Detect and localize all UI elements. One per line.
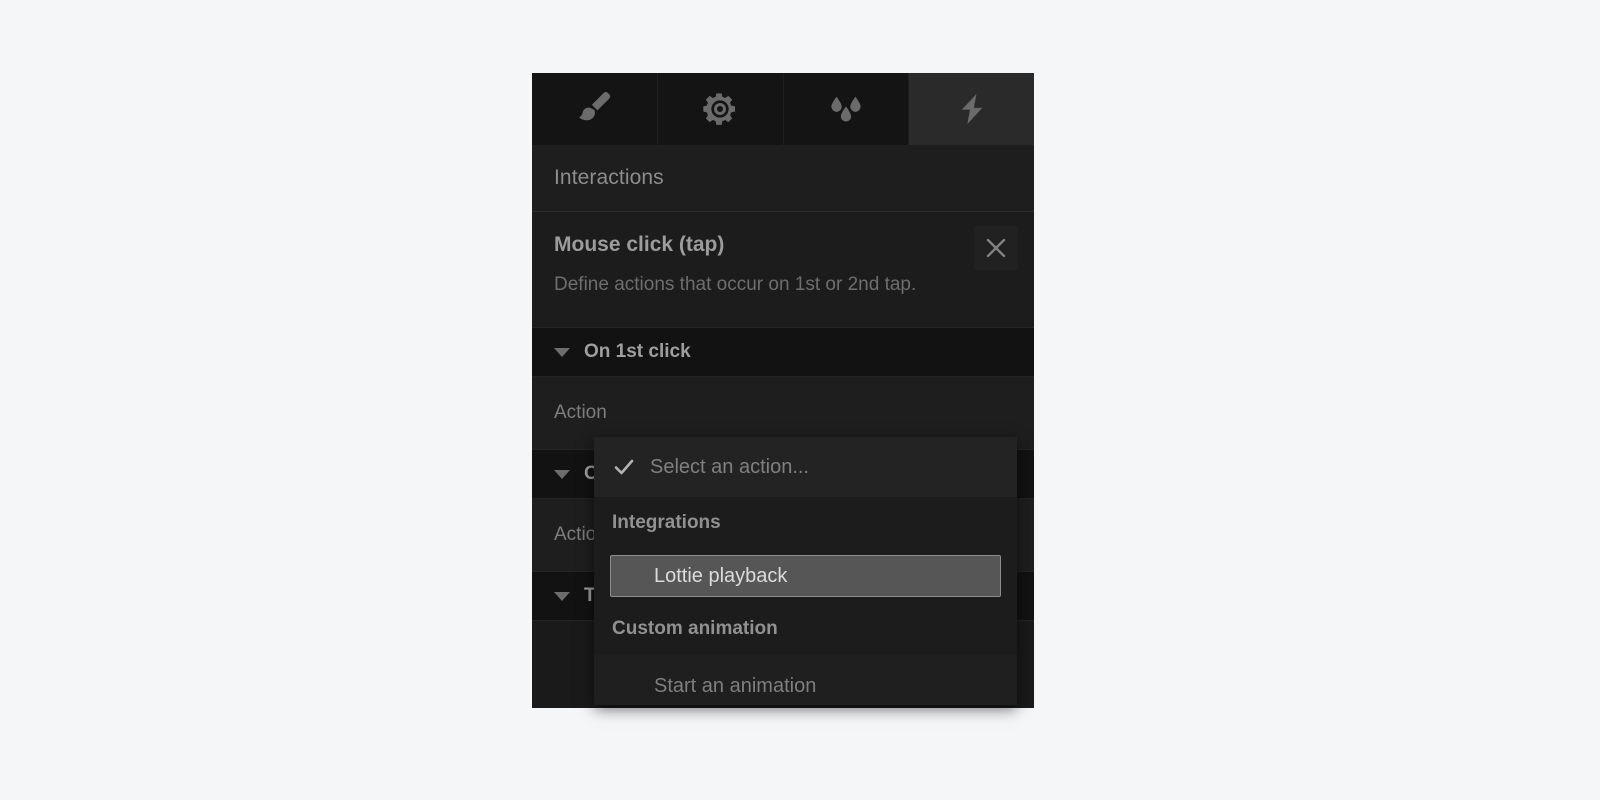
event-title: Mouse click (tap) <box>554 233 725 256</box>
paintbrush-icon <box>571 86 617 132</box>
section-header-on-1st-click[interactable]: On 1st click <box>532 328 1034 377</box>
section-label: On 1st click <box>584 341 691 362</box>
panel-title-row: Interactions <box>532 145 1034 212</box>
gear-icon <box>700 89 740 129</box>
droplets-icon <box>824 87 868 131</box>
caret-down-icon <box>554 469 570 479</box>
event-description: Define actions that occur on 1st or 2nd … <box>554 274 917 295</box>
tab-effects[interactable] <box>783 73 910 145</box>
dropdown-selected-label: Select an action... <box>650 455 809 478</box>
action-row-label: Action <box>554 402 607 423</box>
dropdown-option-wrap: Lottie playback <box>594 549 1017 603</box>
tab-settings[interactable] <box>657 73 784 145</box>
dropdown-option-lottie-playback[interactable]: Lottie playback <box>610 555 1001 597</box>
caret-down-icon <box>554 347 570 357</box>
action-select-dropdown[interactable]: Select an action... Integrations Lottie … <box>594 437 1017 705</box>
lightning-bolt-icon <box>953 90 991 128</box>
event-block: Mouse click (tap) Define actions that oc… <box>532 212 1034 328</box>
panel-tab-bar <box>532 73 1034 145</box>
dropdown-group-header-custom-animation: Custom animation <box>594 603 1017 655</box>
close-icon[interactable] <box>974 226 1018 270</box>
dropdown-group-header-integrations: Integrations <box>594 497 1017 549</box>
tab-interactions[interactable] <box>909 73 1034 145</box>
caret-down-icon <box>554 591 570 601</box>
dropdown-option-start-an-animation[interactable]: Start an animation <box>594 655 1017 705</box>
page-title: Interactions <box>554 166 664 189</box>
tab-style[interactable] <box>532 73 658 145</box>
check-icon <box>612 455 638 479</box>
dropdown-option-select-an-action[interactable]: Select an action... <box>594 437 1017 497</box>
